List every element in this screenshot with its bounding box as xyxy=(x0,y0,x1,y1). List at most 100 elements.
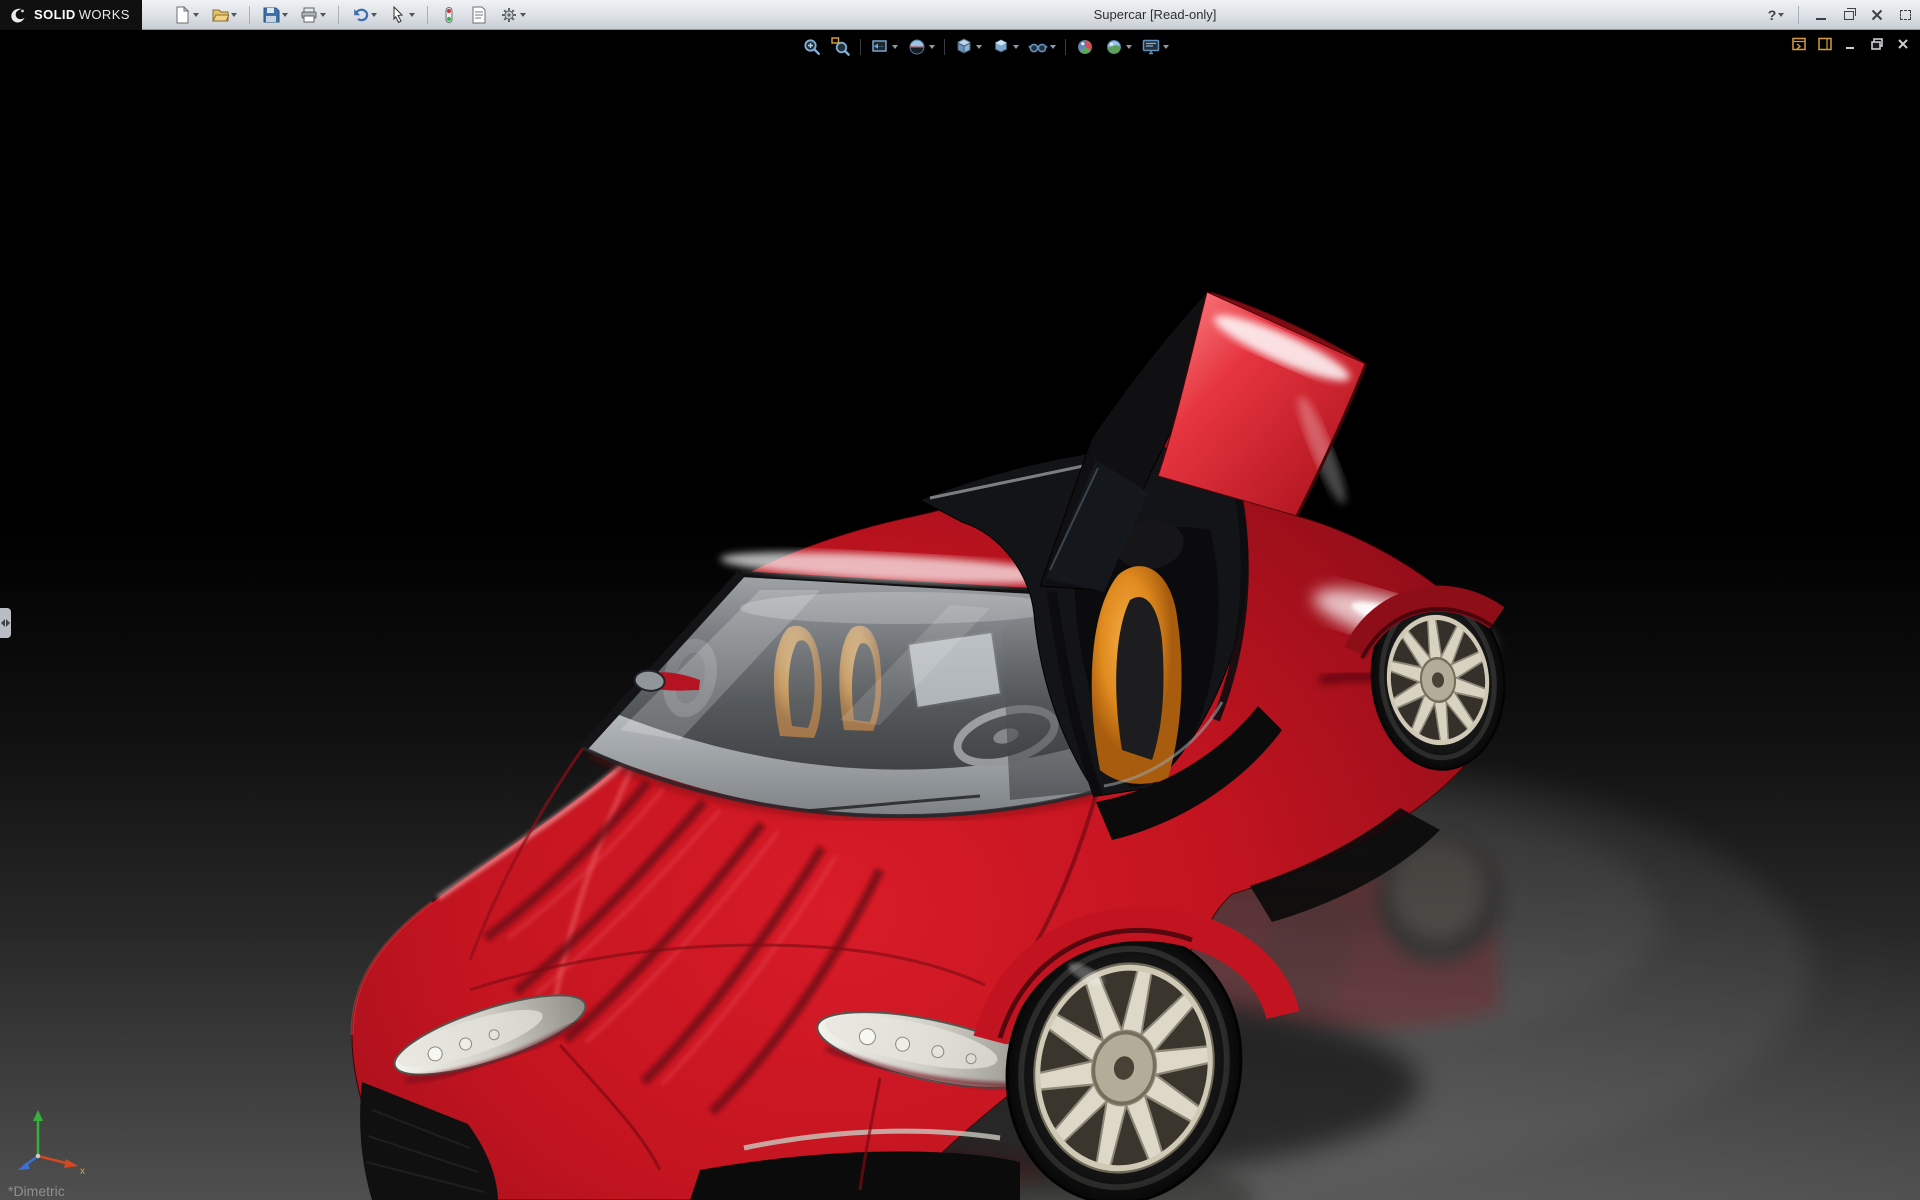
window-controls: ? xyxy=(1767,0,1914,30)
chevron-down-icon xyxy=(231,13,237,17)
display-style-button[interactable] xyxy=(989,35,1021,59)
show-feature-pane-button[interactable] xyxy=(1790,35,1808,53)
restore-icon xyxy=(1869,36,1885,52)
document-window-controls xyxy=(1790,35,1912,53)
hide-show-items-button[interactable] xyxy=(1026,35,1058,59)
previous-view-icon xyxy=(870,37,890,57)
minimize-icon xyxy=(1816,18,1826,20)
view-settings-icon xyxy=(1141,37,1161,57)
options-button[interactable] xyxy=(497,4,529,26)
hide-show-items-glasses-icon xyxy=(1028,37,1048,57)
zoom-to-fit-button[interactable] xyxy=(800,35,824,59)
toolbar-separator xyxy=(1798,6,1799,24)
file-properties-icon xyxy=(470,6,488,24)
chevron-down-icon xyxy=(282,13,288,17)
toolbar-separator xyxy=(249,6,250,24)
chevron-down-icon xyxy=(892,45,898,49)
section-view-button[interactable] xyxy=(905,35,937,59)
chevron-down-icon xyxy=(520,13,526,17)
previous-view-button[interactable] xyxy=(868,35,900,59)
options-gear-icon xyxy=(500,6,518,24)
chevron-down-icon xyxy=(1050,45,1056,49)
open-document-icon xyxy=(211,6,229,24)
close-button[interactable] xyxy=(1868,4,1886,26)
minimize-button[interactable] xyxy=(1812,4,1830,26)
chevron-down-icon xyxy=(320,13,326,17)
feature-manager-collapse-handle[interactable] xyxy=(0,608,11,638)
minimize-document-button[interactable] xyxy=(1842,35,1860,53)
3d-model-supercar[interactable] xyxy=(0,30,1920,1200)
print-button[interactable] xyxy=(297,4,329,26)
brand-text-bold: SOLID xyxy=(34,7,76,22)
toolbar-separator xyxy=(427,6,428,24)
section-view-icon xyxy=(907,37,927,57)
close-icon xyxy=(1871,9,1883,21)
close-icon xyxy=(1895,36,1911,52)
quick-access-toolbar xyxy=(170,4,529,26)
undo-icon xyxy=(351,6,369,24)
zoom-to-fit-icon xyxy=(802,37,822,57)
display-pane-icon xyxy=(1817,36,1833,52)
expand-icon xyxy=(1900,10,1911,20)
toolbar-separator xyxy=(338,6,339,24)
view-orientation-label: *Dimetric xyxy=(8,1183,65,1199)
restore-button[interactable] xyxy=(1840,4,1858,26)
apply-scene-icon xyxy=(1104,37,1124,57)
help-icon: ? xyxy=(1768,7,1777,23)
restore-document-button[interactable] xyxy=(1868,35,1886,53)
show-display-pane-button[interactable] xyxy=(1816,35,1834,53)
new-document-button[interactable] xyxy=(170,4,202,26)
apply-scene-button[interactable] xyxy=(1102,35,1134,59)
chevron-down-icon xyxy=(976,45,982,49)
display-style-icon xyxy=(991,37,1011,57)
collapse-left-icon xyxy=(1,619,5,627)
edit-appearance-button[interactable] xyxy=(1073,35,1097,59)
solidworks-logo: SOLID WORKS xyxy=(0,0,142,30)
x-axis-label: x xyxy=(80,1166,85,1174)
chevron-down-icon xyxy=(1013,45,1019,49)
chevron-down-icon xyxy=(1126,45,1132,49)
x-axis-arrow xyxy=(64,1159,78,1168)
title-bar: SOLID WORKS xyxy=(0,0,1920,30)
dassault-systemes-logo-icon xyxy=(8,5,28,25)
window-title: Supercar [Read-only] xyxy=(1005,7,1305,22)
edit-appearance-ball-icon xyxy=(1075,37,1095,57)
toolbar-separator xyxy=(1065,39,1066,55)
rebuild-button[interactable] xyxy=(437,4,461,26)
chevron-down-icon xyxy=(929,45,935,49)
zoom-to-area-icon xyxy=(831,37,851,57)
expand-button[interactable] xyxy=(1896,4,1914,26)
close-document-button[interactable] xyxy=(1894,35,1912,53)
y-axis-arrow xyxy=(33,1110,43,1121)
chevron-down-icon xyxy=(193,13,199,17)
select-button[interactable] xyxy=(386,4,418,26)
minimize-icon xyxy=(1843,36,1859,52)
save-button[interactable] xyxy=(259,4,291,26)
chevron-down-icon xyxy=(1778,13,1784,17)
select-cursor-icon xyxy=(389,6,407,24)
chevron-down-icon xyxy=(1163,45,1169,49)
brand-text-light: WORKS xyxy=(79,7,130,22)
undo-button[interactable] xyxy=(348,4,380,26)
view-orientation-button[interactable] xyxy=(952,35,984,59)
collapse-right-icon xyxy=(6,619,10,627)
feature-pane-icon xyxy=(1791,36,1807,52)
print-icon xyxy=(300,6,318,24)
new-document-icon xyxy=(173,6,191,24)
view-orientation-cube-icon xyxy=(954,37,974,57)
view-settings-button[interactable] xyxy=(1139,35,1171,59)
chevron-down-icon xyxy=(409,13,415,17)
toolbar-separator xyxy=(944,39,945,55)
file-properties-button[interactable] xyxy=(467,4,491,26)
help-button[interactable]: ? xyxy=(1767,4,1785,26)
heads-up-view-toolbar xyxy=(800,35,1171,59)
zoom-to-area-button[interactable] xyxy=(829,35,853,59)
restore-icon xyxy=(1844,11,1854,20)
reference-triad[interactable]: x xyxy=(14,1104,94,1174)
chevron-down-icon xyxy=(371,13,377,17)
save-icon xyxy=(262,6,280,24)
rebuild-icon xyxy=(440,6,458,24)
toolbar-separator xyxy=(860,39,861,55)
graphics-area: x *Dimetric xyxy=(0,30,1920,1200)
open-document-button[interactable] xyxy=(208,4,240,26)
